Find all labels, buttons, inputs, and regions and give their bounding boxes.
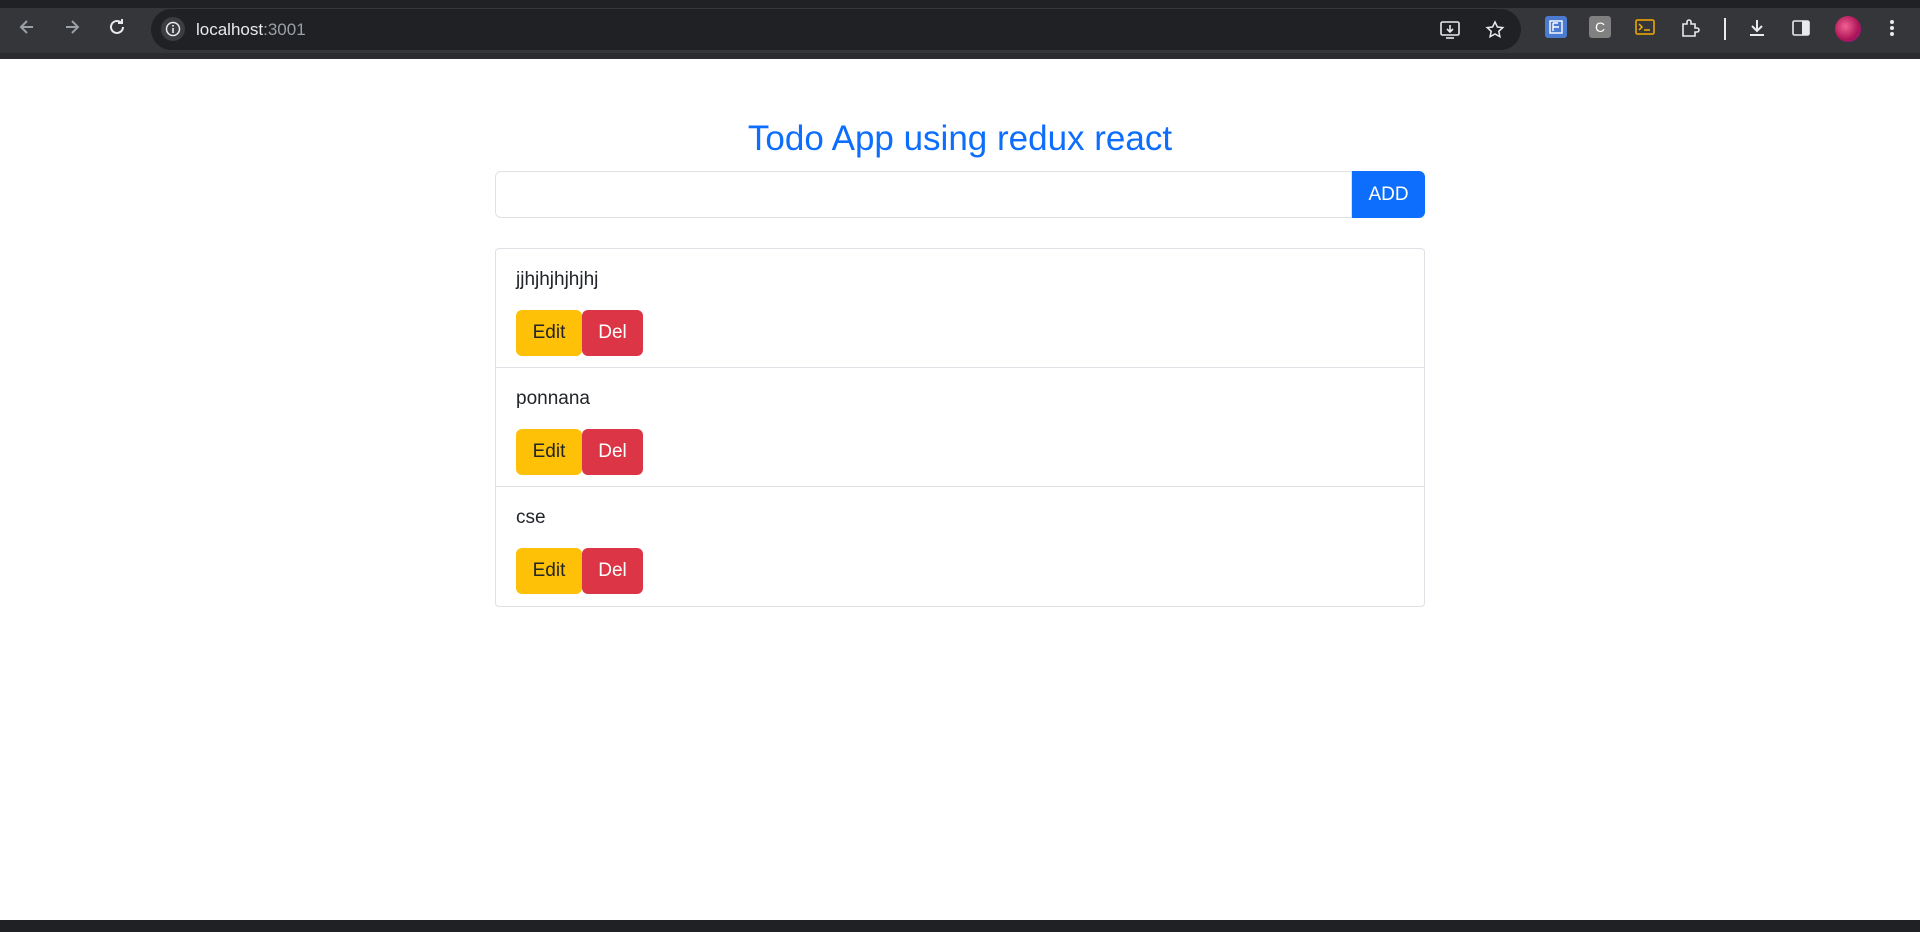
extension-page-icon: [1549, 20, 1563, 34]
reload-icon: [110, 19, 124, 34]
toolbar-separator: [1724, 18, 1726, 40]
tab-strip: [0, 0, 1920, 8]
browser-toolbar: localhost:3001 C: [0, 0, 1920, 59]
arrow-right-icon: [66, 20, 80, 34]
delete-button[interactable]: Del: [582, 548, 643, 594]
install-app-button[interactable]: [1438, 18, 1462, 42]
todo-actions: Edit Del: [516, 429, 643, 475]
site-info-button[interactable]: [161, 17, 185, 41]
edit-button[interactable]: Edit: [516, 548, 582, 594]
url-host: localhost: [196, 20, 264, 39]
todo-item: cse Edit Del: [496, 487, 1424, 606]
todo-input-group: ADD: [495, 171, 1425, 218]
os-taskbar: [0, 920, 1920, 932]
back-button[interactable]: [12, 12, 42, 42]
url-port: :3001: [263, 20, 306, 39]
extension-1-icon[interactable]: [1545, 16, 1567, 38]
bookmark-button[interactable]: [1483, 18, 1507, 42]
todo-actions: Edit Del: [516, 548, 643, 594]
reload-button[interactable]: [102, 12, 132, 42]
todo-list: jjhjhjhjhjhj Edit Del ponnana Edit Del c…: [495, 248, 1425, 607]
download-icon: [1750, 20, 1764, 36]
extensions-button[interactable]: [1678, 16, 1702, 40]
side-panel-icon: [1792, 20, 1810, 36]
toolbar-bottom-border: [0, 53, 1920, 59]
edit-button[interactable]: Edit: [516, 429, 582, 475]
info-icon: [165, 21, 181, 37]
menu-button[interactable]: [1880, 16, 1904, 40]
forward-button[interactable]: [57, 12, 87, 42]
add-button[interactable]: ADD: [1352, 171, 1425, 218]
todo-actions: Edit Del: [516, 310, 643, 356]
todo-text: cse: [516, 507, 546, 528]
arrow-left-icon: [19, 20, 33, 34]
puzzle-icon: [1682, 19, 1700, 37]
side-panel-button[interactable]: [1789, 16, 1813, 40]
url-text: localhost:3001: [196, 20, 306, 40]
edit-button[interactable]: Edit: [516, 310, 582, 356]
downloads-button[interactable]: [1745, 16, 1769, 40]
address-bar[interactable]: localhost:3001: [151, 9, 1521, 50]
profile-avatar[interactable]: [1835, 16, 1861, 42]
extension-c-label: C: [1594, 19, 1606, 35]
todo-item: jjhjhjhjhjhj Edit Del: [496, 249, 1424, 368]
kebab-menu-icon: [1890, 20, 1894, 36]
todo-text: jjhjhjhjhjhj: [516, 269, 599, 290]
todo-item: ponnana Edit Del: [496, 368, 1424, 487]
todo-text: ponnana: [516, 388, 590, 409]
extension-terminal-icon[interactable]: [1634, 16, 1656, 38]
todo-input[interactable]: [495, 171, 1352, 218]
delete-button[interactable]: Del: [582, 310, 643, 356]
terminal-icon: [1635, 19, 1655, 35]
page-title: Todo App using redux react: [747, 119, 1173, 158]
star-icon: [1485, 20, 1505, 39]
install-app-icon: [1440, 21, 1460, 39]
delete-button[interactable]: Del: [582, 429, 643, 475]
extension-c-icon[interactable]: C: [1589, 16, 1611, 38]
